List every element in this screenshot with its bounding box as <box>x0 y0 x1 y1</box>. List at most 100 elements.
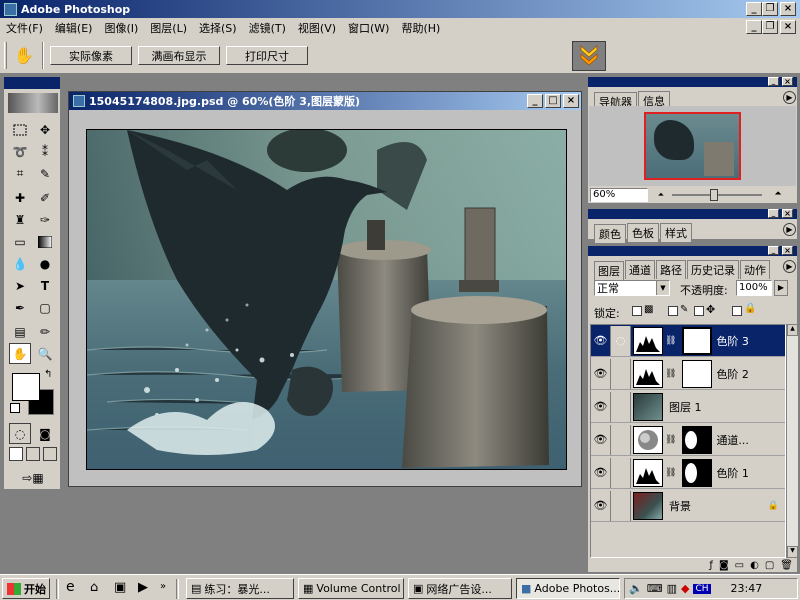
zoom-slider-thumb[interactable] <box>710 189 718 201</box>
tab-layers[interactable]: 图层 <box>594 261 624 280</box>
lock-image-checkbox[interactable] <box>668 306 678 316</box>
restore-button[interactable]: ❐ <box>762 2 778 16</box>
document-titlebar[interactable]: 15045174808.jpg.psd @ 60%(色阶 3,图层蒙版) <box>69 92 581 110</box>
document-minimize-button[interactable]: _ <box>527 94 543 108</box>
lock-all-checkbox[interactable] <box>732 306 742 316</box>
menu-view[interactable]: 视图(V) <box>292 20 342 36</box>
network-tray-icon[interactable]: ▥ <box>667 582 677 595</box>
shape-tool-icon[interactable]: ▢ <box>34 297 56 318</box>
antivirus-icon[interactable]: ◆ <box>681 582 689 595</box>
opacity-field[interactable]: 100% <box>736 280 772 296</box>
keyboard-icon[interactable]: ⌨ <box>647 582 663 595</box>
options-grip[interactable] <box>4 42 7 69</box>
layer-row[interactable]: 👁 背景 🔒 <box>591 490 785 522</box>
opacity-slider-button[interactable]: ▶ <box>774 280 788 296</box>
trash-icon[interactable]: 🗑 <box>780 560 793 571</box>
eye-icon[interactable]: 👁 <box>591 424 611 455</box>
foreground-color-swatch[interactable] <box>12 373 40 401</box>
layer-row[interactable]: 👁 ⛓ 色阶 1 <box>591 457 785 489</box>
layers-minimize-button[interactable]: _ <box>768 246 779 255</box>
minimize-button[interactable]: _ <box>746 2 762 16</box>
crop-tool-icon[interactable]: ⌗ <box>9 163 31 184</box>
desktop-icon[interactable]: ▣ <box>114 580 126 595</box>
pen-tool-icon[interactable]: ✒ <box>9 297 31 318</box>
zoom-out-icon[interactable]: ⏶ <box>652 190 670 200</box>
blur-tool-icon[interactable]: 💧 <box>9 253 31 274</box>
layers-scrollbar[interactable]: ▲ ▼ <box>786 324 798 558</box>
chevron-down-icon[interactable]: ▼ <box>656 281 669 295</box>
layer-row[interactable]: 👁 ⛓ 通道... <box>591 424 785 456</box>
brush-tool-icon[interactable]: ✐ <box>34 187 56 208</box>
eye-icon[interactable]: 👁 <box>591 490 611 521</box>
scroll-up-button[interactable]: ▲ <box>787 324 798 336</box>
new-layer-icon[interactable]: ▢ <box>765 560 774 571</box>
navigator-view-box[interactable] <box>644 112 741 180</box>
actual-pixels-button[interactable]: 实际像素 <box>50 46 132 65</box>
start-button[interactable]: 开始 <box>2 578 50 599</box>
new-set-icon[interactable]: ▭ <box>735 560 744 571</box>
zoom-in-icon[interactable]: ⏶ <box>766 189 790 201</box>
marquee-tool-icon[interactable] <box>9 119 31 140</box>
color-menu-icon[interactable]: ▶ <box>783 223 796 236</box>
clone-stamp-tool-icon[interactable]: ♜ <box>9 209 31 230</box>
eye-icon[interactable]: 👁 <box>591 358 611 389</box>
quicklaunch-more-icon[interactable]: » <box>160 581 166 592</box>
menu-window[interactable]: 窗口(W) <box>342 20 395 36</box>
layers-close-button[interactable]: × <box>782 246 793 255</box>
hand-tool-icon[interactable]: ✋ <box>9 343 31 364</box>
navigator-close-button[interactable]: × <box>782 77 793 86</box>
add-mask-icon[interactable]: ◙ <box>719 560 729 571</box>
layer-link-cell[interactable] <box>611 358 631 389</box>
eye-icon[interactable]: 👁 <box>591 457 611 488</box>
zoom-tool-icon[interactable]: 🔍 <box>34 343 56 364</box>
taskbar-item-volume[interactable]: ▦ Volume Control <box>298 578 404 599</box>
eraser-tool-icon[interactable]: ▭ <box>9 231 31 252</box>
file-browser-button[interactable] <box>572 41 606 71</box>
eye-logo-icon[interactable] <box>8 93 58 113</box>
navigator-panel-header[interactable] <box>588 77 797 87</box>
magic-wand-tool-icon[interactable]: ⁑ <box>34 141 56 162</box>
standard-mode-icon[interactable]: ◌ <box>9 423 31 444</box>
menu-image[interactable]: 图像(I) <box>98 20 144 36</box>
tab-actions[interactable]: 动作 <box>740 260 770 279</box>
tab-history[interactable]: 历史记录 <box>687 260 739 279</box>
full-screen-mode-icon[interactable] <box>43 447 57 461</box>
layer-link-cell[interactable] <box>611 490 631 521</box>
lasso-tool-icon[interactable]: ➰ <box>9 141 31 162</box>
tab-color[interactable]: 颜色 <box>594 224 626 243</box>
eye-icon[interactable]: 👁 <box>591 325 611 356</box>
menu-filter[interactable]: 滤镜(T) <box>243 20 292 36</box>
close-button[interactable]: × <box>780 2 796 16</box>
tab-styles[interactable]: 样式 <box>660 223 692 242</box>
swap-colors-icon[interactable]: ↰ <box>44 369 52 380</box>
layer-mask-edit-icon[interactable]: ◌ <box>611 325 631 356</box>
layers-menu-icon[interactable]: ▶ <box>783 260 796 273</box>
eye-icon[interactable]: 👁 <box>591 391 611 422</box>
menu-file[interactable]: 文件(F) <box>0 20 49 36</box>
menu-layer[interactable]: 图层(L) <box>144 20 193 36</box>
scroll-down-button[interactable]: ▼ <box>787 546 798 558</box>
default-colors-icon[interactable] <box>10 403 20 413</box>
gradient-tool-icon[interactable] <box>34 231 56 252</box>
layer-row[interactable]: 👁 ⛓ 色阶 2 <box>591 358 785 390</box>
navigator-menu-icon[interactable]: ▶ <box>783 91 796 104</box>
color-minimize-button[interactable]: _ <box>768 209 779 218</box>
move-tool-icon[interactable]: ✥ <box>34 119 56 140</box>
menu-select[interactable]: 选择(S) <box>193 20 243 36</box>
quick-mask-mode-icon[interactable]: ◙ <box>34 423 56 444</box>
layer-row[interactable]: 👁 ◌ ⛓ 色阶 3 <box>591 325 785 357</box>
document-canvas[interactable] <box>86 129 567 470</box>
speaker-icon[interactable]: 🔈 <box>629 582 643 595</box>
layer-row[interactable]: 👁 图层 1 <box>591 391 785 423</box>
tab-channels[interactable]: 通道 <box>625 260 655 279</box>
color-panel-header[interactable] <box>588 209 797 219</box>
navigator-zoom-field[interactable]: 60% <box>590 188 648 202</box>
menu-help[interactable]: 帮助(H) <box>395 20 446 36</box>
print-size-button[interactable]: 打印尺寸 <box>226 46 308 65</box>
toolbox-header[interactable] <box>4 77 60 89</box>
tab-swatches[interactable]: 色板 <box>627 223 659 242</box>
fit-on-screen-button[interactable]: 满画布显示 <box>138 46 220 65</box>
path-selection-tool-icon[interactable]: ➤ <box>9 275 31 296</box>
network-icon[interactable]: ⌂ <box>90 580 98 595</box>
standard-screen-mode-icon[interactable] <box>9 447 23 461</box>
